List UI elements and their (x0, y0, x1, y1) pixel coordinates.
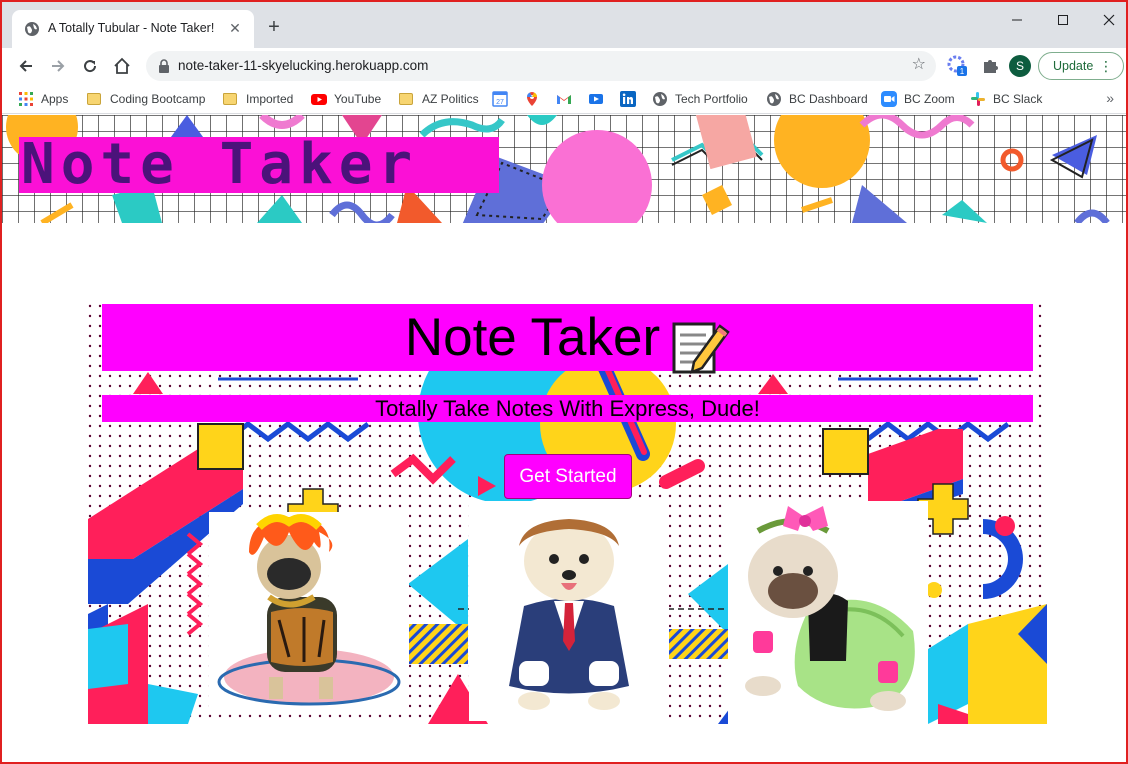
new-tab-button[interactable]: + (264, 17, 284, 37)
bookmark-calendar[interactable]: 27 (492, 90, 515, 108)
tab-close-icon[interactable]: ✕ (226, 19, 244, 37)
dog-photo-punk (209, 512, 409, 712)
profile-avatar[interactable]: S (1009, 55, 1031, 77)
tab-strip: A Totally Tubular - Note Taker! ✕ + (2, 2, 1126, 48)
extension-button[interactable]: 1 (946, 54, 970, 78)
page-title: Note Taker (404, 308, 661, 367)
dog-photo-tutu (728, 501, 928, 724)
apps-grid-icon (19, 92, 33, 106)
memo-icon (672, 322, 730, 374)
bookmark-coding-bootcamp[interactable]: Coding Bootcamp (87, 90, 205, 108)
linkedin-icon (620, 91, 636, 107)
bookmark-label: BC Slack (993, 92, 1043, 106)
browser-toolbar: note-taker-11-skyelucking.herokuapp.com … (2, 48, 1126, 84)
dog-suit-image (469, 501, 669, 721)
extension-spinner-icon: 1 (947, 55, 967, 76)
tab-title: A Totally Tubular - Note Taker! (48, 21, 215, 35)
bookmark-gmail[interactable] (556, 90, 579, 108)
title-banner: Note Taker (102, 304, 1033, 374)
bookmark-bc-dashboard[interactable]: BC Dashboard (766, 90, 868, 108)
url-text: note-taker-11-skyelucking.herokuapp.com (178, 58, 429, 73)
address-bar[interactable]: note-taker-11-skyelucking.herokuapp.com … (146, 51, 936, 81)
bookmark-label: Tech Portfolio (675, 92, 748, 106)
update-label: Update (1053, 59, 1094, 73)
bulldog-tutu-image (728, 501, 928, 724)
forward-button[interactable] (46, 54, 70, 78)
maximize-icon (1058, 15, 1068, 25)
bookmark-imported[interactable]: Imported (223, 90, 293, 108)
globe-icon (25, 22, 39, 36)
more-bookmarks-icon[interactable]: » (1106, 90, 1114, 106)
minimize-icon (1012, 19, 1022, 21)
pug-costume-image (209, 512, 409, 712)
bookmark-maps[interactable] (524, 90, 547, 108)
browser-tab[interactable]: A Totally Tubular - Note Taker! ✕ (12, 10, 254, 48)
bookmark-label: Imported (246, 92, 294, 106)
home-button[interactable] (110, 54, 134, 78)
update-button[interactable]: Update ⋮ (1038, 52, 1124, 80)
gmail-icon (557, 95, 571, 104)
header-banner: Note Taker (2, 115, 1126, 223)
folder-icon (399, 93, 413, 105)
brand-banner: Note Taker (19, 137, 499, 193)
web-page: Note Taker Note Taker Totally Take Notes… (2, 115, 1126, 762)
calendar-icon: 27 (492, 91, 508, 107)
bookmark-label: YouTube (334, 92, 382, 106)
bookmark-bc-slack[interactable]: BC Slack (970, 90, 1042, 108)
youtube-icon (311, 94, 327, 105)
close-icon (1103, 14, 1115, 26)
bookmark-star-icon[interactable]: ☆ (912, 57, 926, 73)
bookmark-apps[interactable]: Apps (18, 90, 68, 108)
bookmark-label: BC Dashboard (789, 92, 868, 106)
folder-icon (87, 93, 101, 105)
minimize-button[interactable] (994, 8, 1040, 34)
maps-icon (527, 92, 537, 106)
subtitle-banner: Totally Take Notes With Express, Dude! (102, 395, 1033, 422)
dog-photo-suit (469, 501, 669, 721)
page-subtitle: Totally Take Notes With Express, Dude! (375, 396, 760, 421)
bookmark-youtube[interactable]: YouTube (311, 90, 381, 108)
calendar-day: 27 (496, 99, 504, 106)
bookmark-label: Apps (41, 92, 69, 106)
home-icon (114, 57, 130, 74)
svg-text:1: 1 (960, 67, 965, 76)
slack-icon (971, 92, 985, 106)
lock-icon (159, 59, 169, 73)
reload-button[interactable] (78, 54, 102, 78)
puzzle-icon (984, 60, 998, 73)
maximize-button[interactable] (1040, 8, 1086, 34)
bookmark-label: Coding Bootcamp (110, 92, 206, 106)
browser-window: A Totally Tubular - Note Taker! ✕ + note… (0, 0, 1128, 764)
globe-icon (767, 92, 781, 106)
bookmark-bc-zoom[interactable]: BC Zoom (881, 90, 955, 108)
globe-icon (653, 92, 667, 106)
bookmark-az-politics[interactable]: AZ Politics (399, 90, 479, 108)
arrow-right-icon (52, 60, 65, 72)
get-started-button[interactable]: Get Started (504, 454, 632, 499)
bookmark-tech-portfolio[interactable]: Tech Portfolio (652, 90, 748, 108)
zoom-icon (881, 91, 897, 107)
video-icon (589, 94, 603, 104)
extensions-menu-button[interactable] (978, 54, 1002, 78)
reload-icon (84, 60, 97, 73)
arrow-left-icon (19, 60, 32, 72)
bookmark-label: AZ Politics (422, 92, 479, 106)
bookmarks-bar: Apps Coding Bootcamp Imported YouTube AZ… (2, 84, 1126, 114)
close-window-button[interactable] (1086, 8, 1126, 34)
folder-icon (223, 93, 237, 105)
back-button[interactable] (14, 54, 38, 78)
hero-section: Note Taker Totally Take Notes With Expre… (88, 304, 1047, 724)
more-vert-icon: ⋮ (1099, 58, 1113, 74)
bookmark-video[interactable] (588, 90, 611, 108)
bookmark-label: BC Zoom (904, 92, 955, 106)
bookmark-linkedin[interactable] (620, 90, 643, 108)
brand-title: Note Taker (21, 132, 419, 197)
